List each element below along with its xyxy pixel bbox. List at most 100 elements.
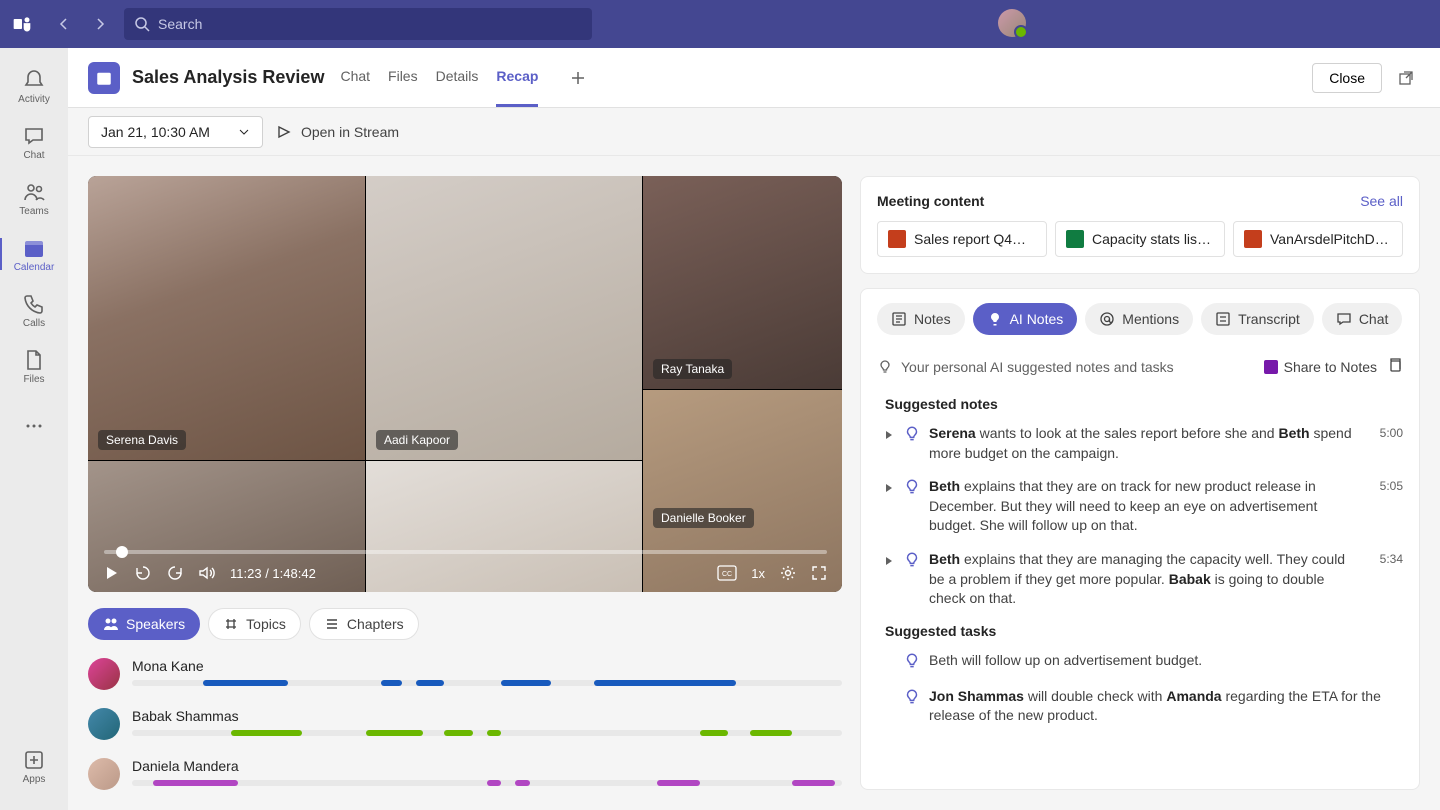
lightbulb-icon xyxy=(903,425,921,448)
pill-ai-notes[interactable]: AI Notes xyxy=(973,303,1078,335)
popout-button[interactable] xyxy=(1392,64,1420,92)
speaker-name: Daniela Mandera xyxy=(132,758,842,774)
speaker-timeline[interactable] xyxy=(132,780,842,786)
note-timestamp[interactable]: 5:00 xyxy=(1380,426,1403,440)
app-rail: Activity Chat Teams Calendar Calls Files… xyxy=(0,48,68,810)
note-timestamp[interactable]: 5:05 xyxy=(1380,479,1403,493)
fullscreen-button[interactable] xyxy=(811,565,827,581)
file-item[interactable]: Capacity stats list… xyxy=(1055,221,1225,257)
speaker-row: Babak Shammas xyxy=(88,708,842,740)
tab-chat[interactable]: Chat xyxy=(340,48,370,107)
play-button[interactable] xyxy=(104,565,120,581)
rewind-10-button[interactable] xyxy=(134,564,152,582)
speakers-list: Mona Kane Babak Shammas xyxy=(88,658,842,790)
teams-logo-icon xyxy=(8,10,36,38)
expand-icon[interactable] xyxy=(885,553,895,571)
note-text: Serena wants to look at the sales report… xyxy=(929,424,1364,463)
onenote-icon xyxy=(1264,360,1278,374)
powerpoint-icon xyxy=(1244,230,1262,248)
ai-notes-description: Your personal AI suggested notes and tas… xyxy=(877,359,1254,375)
volume-button[interactable] xyxy=(198,564,216,582)
suggested-note: Beth explains that they are on track for… xyxy=(885,477,1403,536)
rail-activity[interactable]: Activity xyxy=(0,58,68,114)
speaker-name: Mona Kane xyxy=(132,658,842,674)
forward-10-button[interactable] xyxy=(166,564,184,582)
rail-teams[interactable]: Teams xyxy=(0,170,68,226)
video-tile: Aadi Kapoor xyxy=(366,176,642,460)
close-button[interactable]: Close xyxy=(1312,63,1382,93)
speed-button[interactable]: 1x xyxy=(751,566,765,581)
pill-transcript[interactable]: Transcript xyxy=(1201,303,1314,335)
suggested-note: Beth explains that they are managing the… xyxy=(885,550,1403,609)
suggested-tasks-heading: Suggested tasks xyxy=(885,623,1403,639)
rail-calendar[interactable]: Calendar xyxy=(0,226,68,282)
search-placeholder: Search xyxy=(158,16,202,32)
forward-button[interactable] xyxy=(84,8,116,40)
copy-button[interactable] xyxy=(1387,357,1403,376)
avatar xyxy=(88,658,120,690)
speaker-row: Mona Kane xyxy=(88,658,842,690)
note-text: Beth explains that they are on track for… xyxy=(929,477,1364,536)
file-item[interactable]: Sales report Q4… xyxy=(877,221,1047,257)
speaker-timeline[interactable] xyxy=(132,730,842,736)
user-avatar[interactable] xyxy=(998,9,1026,37)
expand-icon[interactable] xyxy=(885,427,895,445)
video-scrubber[interactable] xyxy=(104,550,827,554)
video-controls: 11:23 / 1:48:42 CC 1x xyxy=(88,522,842,592)
subbar: Jan 21, 10:30 AM Open in Stream xyxy=(68,108,1440,156)
add-tab-button[interactable] xyxy=(564,64,592,92)
chip-topics[interactable]: Topics xyxy=(208,608,301,640)
pill-mentions[interactable]: Mentions xyxy=(1085,303,1193,335)
see-all-link[interactable]: See all xyxy=(1360,193,1403,209)
lightbulb-icon xyxy=(903,688,921,711)
expand-icon[interactable] xyxy=(885,480,895,498)
participant-name: Aadi Kapoor xyxy=(376,430,458,450)
rail-files[interactable]: Files xyxy=(0,338,68,394)
lightbulb-icon xyxy=(903,478,921,501)
speaker-timeline[interactable] xyxy=(132,680,842,686)
note-timestamp[interactable]: 5:34 xyxy=(1380,552,1403,566)
lightbulb-icon xyxy=(903,652,921,675)
settings-button[interactable] xyxy=(779,564,797,582)
participant-name: Serena Davis xyxy=(98,430,186,450)
meeting-video[interactable]: Serena Davis Aadi Kapoor Ray Tanaka Dani… xyxy=(88,176,842,592)
captions-button[interactable]: CC xyxy=(717,565,737,581)
meeting-content-card: Meeting content See all Sales report Q4…… xyxy=(860,176,1420,274)
avatar xyxy=(88,708,120,740)
note-text: Beth explains that they are managing the… xyxy=(929,550,1364,609)
lightbulb-icon xyxy=(903,551,921,574)
pill-chat[interactable]: Chat xyxy=(1322,303,1403,335)
video-tile: Ray Tanaka xyxy=(643,176,842,389)
stream-icon xyxy=(275,123,293,141)
pill-notes[interactable]: Notes xyxy=(877,303,965,335)
rail-more[interactable] xyxy=(0,398,68,454)
date-dropdown[interactable]: Jan 21, 10:30 AM xyxy=(88,116,263,148)
tab-files[interactable]: Files xyxy=(388,48,418,107)
tab-recap[interactable]: Recap xyxy=(496,48,538,107)
rail-chat[interactable]: Chat xyxy=(0,114,68,170)
search-input[interactable]: Search xyxy=(124,8,592,40)
page-title: Sales Analysis Review xyxy=(132,67,324,88)
suggested-task: Beth will follow up on advertisement bud… xyxy=(885,651,1403,675)
tab-details[interactable]: Details xyxy=(436,48,479,107)
rail-calls[interactable]: Calls xyxy=(0,282,68,338)
suggested-notes-heading: Suggested notes xyxy=(885,396,1403,412)
calendar-pill-icon xyxy=(88,62,120,94)
suggested-task: Jon Shammas will double check with Amand… xyxy=(885,687,1403,726)
video-time: 11:23 / 1:48:42 xyxy=(230,566,316,581)
share-to-notes-button[interactable]: Share to Notes xyxy=(1264,359,1377,375)
file-item[interactable]: VanArsdelPitchDe… xyxy=(1233,221,1403,257)
participant-name: Ray Tanaka xyxy=(653,359,732,379)
video-tile: Serena Davis xyxy=(88,176,365,460)
back-button[interactable] xyxy=(48,8,80,40)
chip-speakers[interactable]: Speakers xyxy=(88,608,200,640)
task-text: Beth will follow up on advertisement bud… xyxy=(929,651,1403,671)
rail-apps[interactable]: Apps xyxy=(0,738,68,794)
avatar xyxy=(88,758,120,790)
open-in-stream-link[interactable]: Open in Stream xyxy=(275,123,399,141)
search-icon xyxy=(134,16,150,32)
speaker-row: Daniela Mandera xyxy=(88,758,842,790)
lightbulb-icon xyxy=(877,359,893,375)
page-header: Sales Analysis Review Chat Files Details… xyxy=(68,48,1440,108)
chip-chapters[interactable]: Chapters xyxy=(309,608,419,640)
